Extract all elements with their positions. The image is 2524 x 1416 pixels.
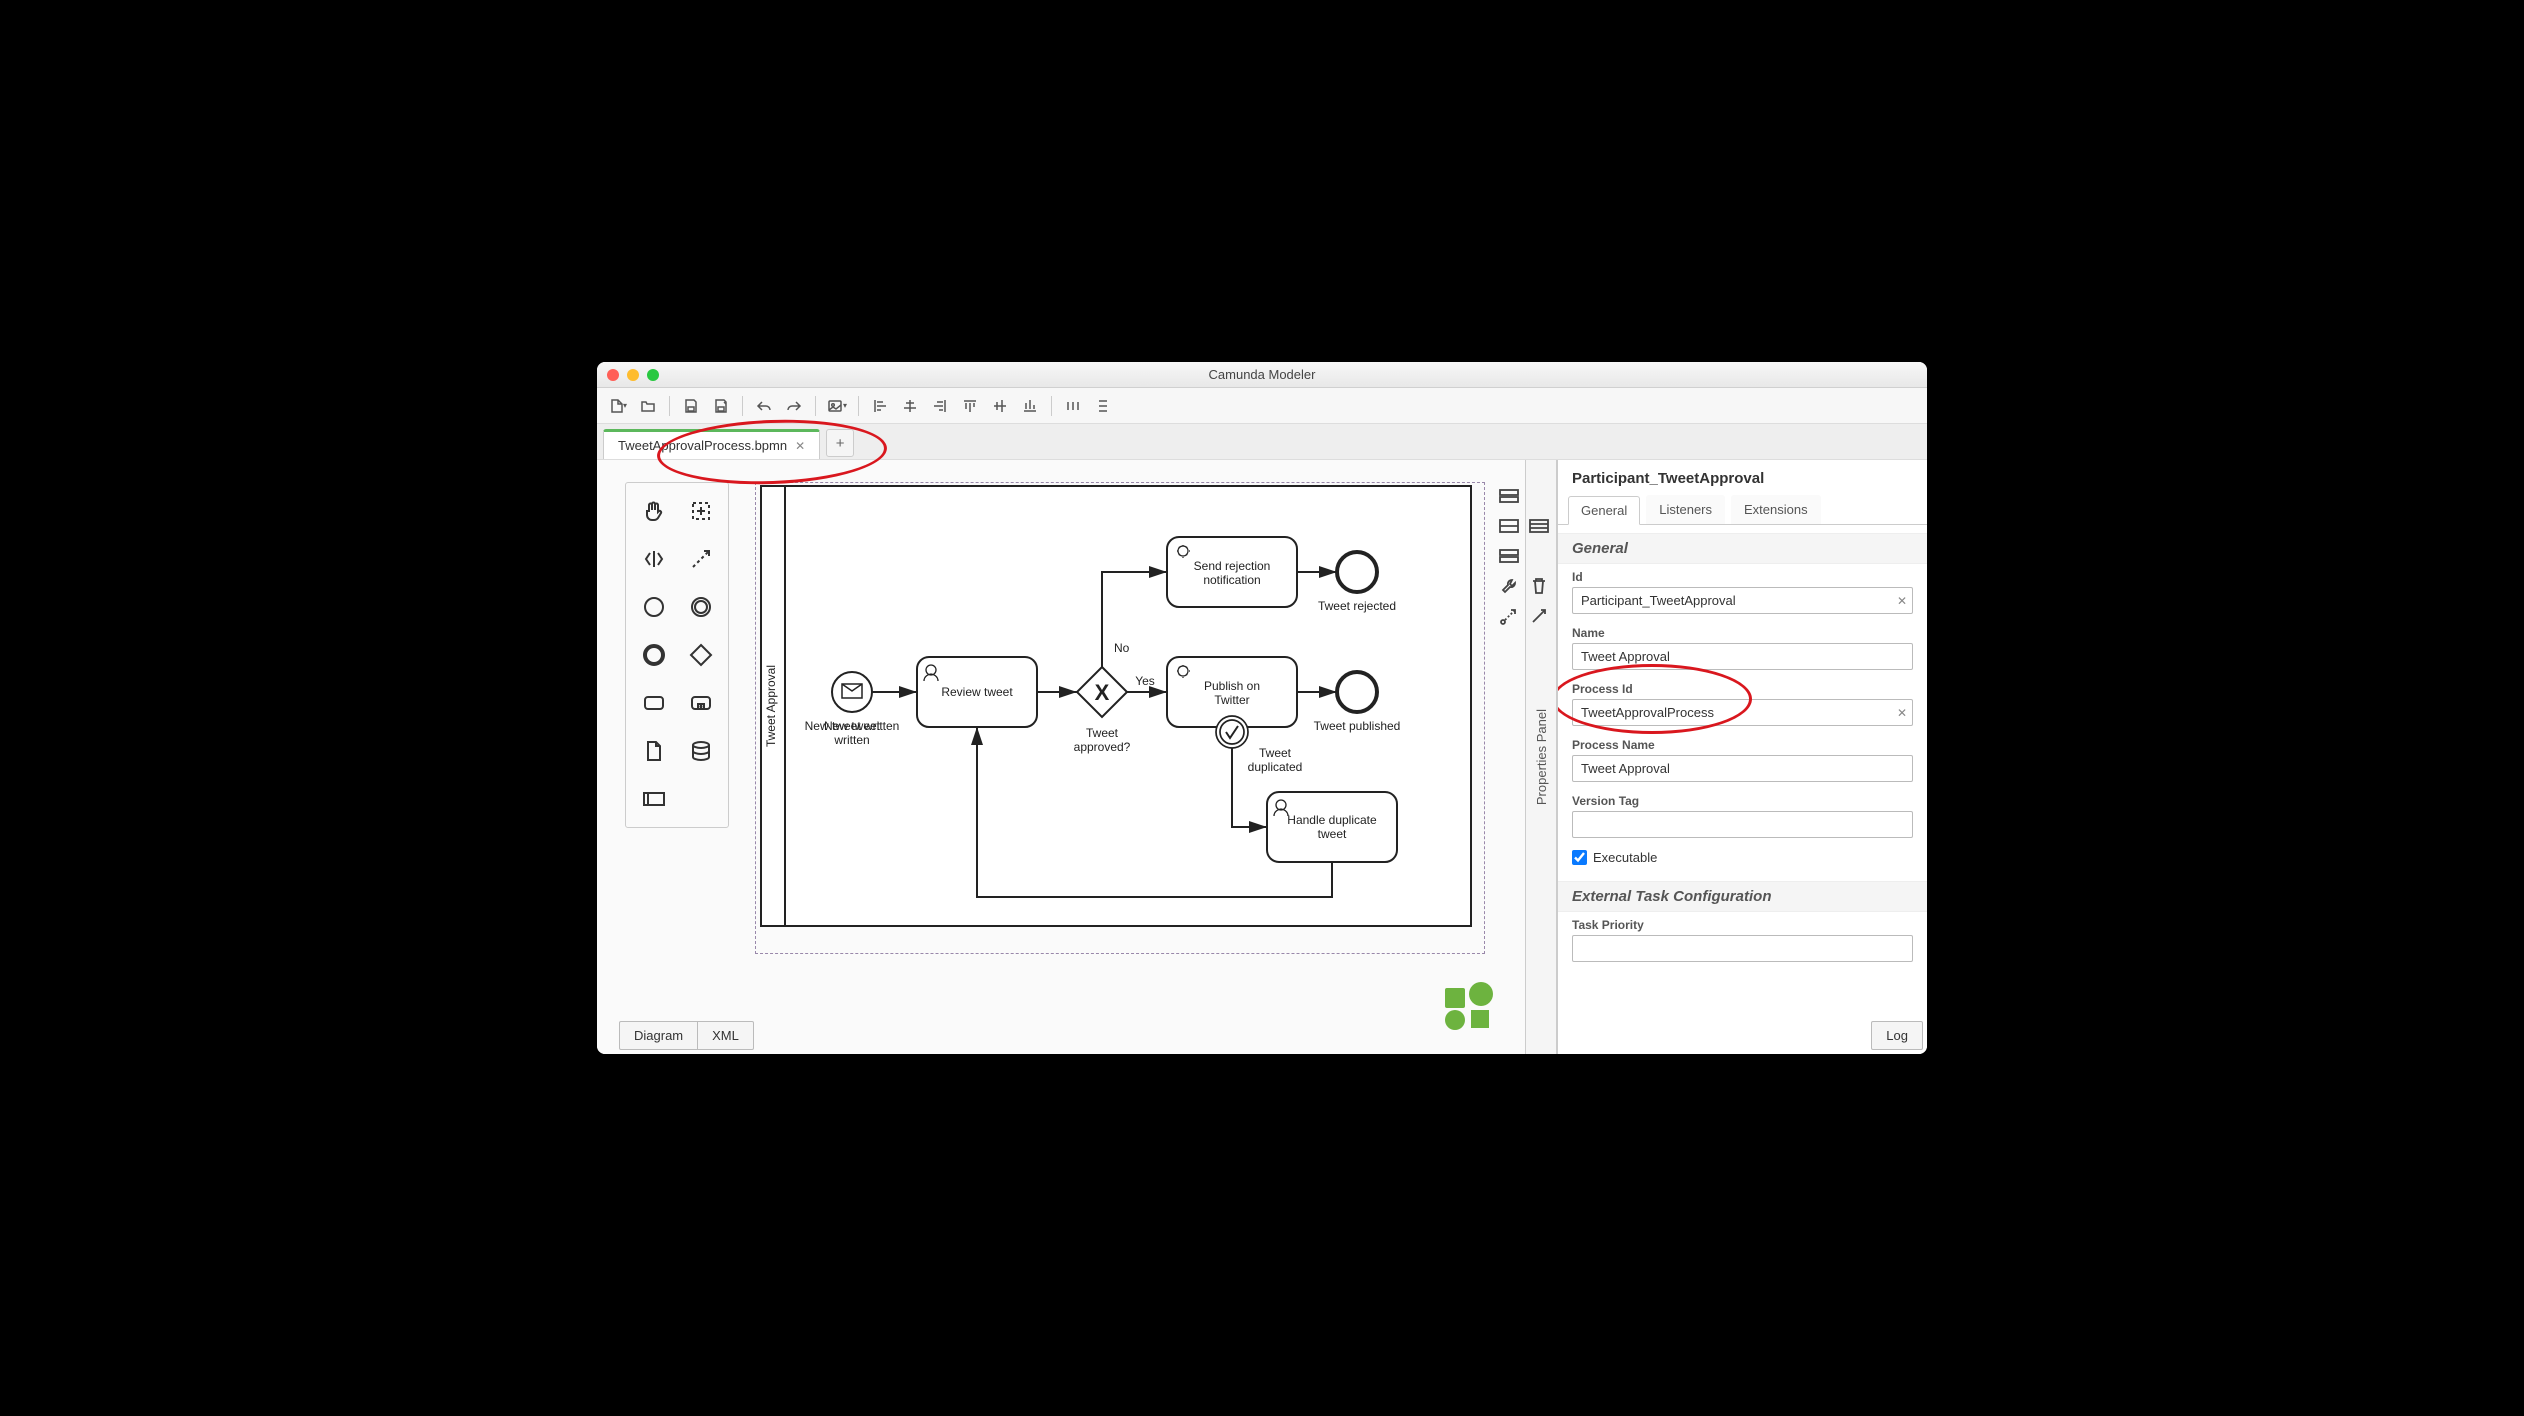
task-tool[interactable] (630, 679, 677, 727)
process-name-input[interactable] (1572, 755, 1913, 782)
undo-button[interactable] (751, 393, 777, 419)
ctx-lane-above-icon[interactable] (1495, 482, 1523, 510)
file-tab-label: TweetApprovalProcess.bpmn (618, 438, 787, 453)
properties-tab-listeners[interactable]: Listeners (1646, 495, 1725, 524)
subprocess-tool[interactable] (677, 679, 724, 727)
align-top-button[interactable] (957, 393, 983, 419)
task-priority-input[interactable] (1572, 935, 1913, 962)
id-label: Id (1572, 570, 1913, 584)
svg-text:Tweet published: Tweet published (1314, 719, 1401, 733)
clear-id-icon[interactable]: ✕ (1897, 594, 1907, 608)
camunda-logo-icon (1439, 978, 1495, 1034)
diagram-mode-tab[interactable]: Diagram (619, 1021, 698, 1050)
properties-heading: Participant_TweetApproval (1558, 460, 1927, 495)
start-event-tool[interactable] (630, 583, 677, 631)
properties-tab-extensions[interactable]: Extensions (1731, 495, 1821, 524)
ctx-connect-arrow-icon[interactable] (1525, 602, 1553, 630)
gateway-tool[interactable] (677, 631, 724, 679)
context-pad (1495, 482, 1553, 630)
distribute-v-button[interactable] (1090, 393, 1116, 419)
properties-tabs: General Listeners Extensions (1558, 495, 1927, 525)
svg-text:Yes: Yes (1135, 674, 1155, 688)
task-priority-label: Task Priority (1572, 918, 1913, 932)
hand-tool[interactable] (630, 487, 677, 535)
image-export-button[interactable]: ▾ (824, 393, 850, 419)
xml-mode-tab[interactable]: XML (698, 1021, 754, 1050)
align-center-h-button[interactable] (897, 393, 923, 419)
executable-checkbox[interactable] (1572, 850, 1587, 865)
svg-text:Review tweet: Review tweet (941, 685, 1013, 699)
space-tool[interactable] (630, 535, 677, 583)
clear-process-id-icon[interactable]: ✕ (1897, 706, 1907, 720)
file-tab[interactable]: TweetApprovalProcess.bpmn ✕ (603, 429, 820, 459)
ctx-lane-divide-two-icon[interactable] (1495, 512, 1523, 540)
main-area: Tweet Approval New tweet written New twe… (597, 460, 1927, 1054)
ctx-lane-divide-three-icon[interactable] (1525, 512, 1553, 540)
section-general: General (1558, 533, 1927, 564)
properties-panel-toggle-label: Properties Panel (1534, 709, 1549, 805)
svg-text:Tweet rejected: Tweet rejected (1318, 599, 1396, 613)
open-file-button[interactable] (635, 393, 661, 419)
new-file-button[interactable]: ▾ (605, 393, 631, 419)
tab-strip: TweetApprovalProcess.bpmn ✕ + (597, 424, 1927, 460)
add-tab-button[interactable]: + (826, 429, 854, 457)
distribute-h-button[interactable] (1060, 393, 1086, 419)
end-event-tool[interactable] (630, 631, 677, 679)
window-title: Camunda Modeler (597, 367, 1927, 382)
data-store-tool[interactable] (677, 727, 724, 775)
end-event-published[interactable] (1337, 672, 1377, 712)
element-palette (625, 482, 729, 828)
process-name-label: Process Name (1572, 738, 1913, 752)
lane-label: Tweet Approval (764, 665, 778, 747)
data-object-tool[interactable] (630, 727, 677, 775)
boundary-event-duplicated[interactable] (1216, 716, 1248, 748)
properties-tab-general[interactable]: General (1568, 496, 1640, 525)
toolbar: ▾ ▾ (597, 388, 1927, 424)
intermediate-event-tool[interactable] (677, 583, 724, 631)
ctx-lane-below-icon[interactable] (1495, 542, 1523, 570)
version-tag-label: Version Tag (1572, 794, 1913, 808)
log-button[interactable]: Log (1871, 1021, 1923, 1050)
process-id-label: Process Id (1572, 682, 1913, 696)
redo-button[interactable] (781, 393, 807, 419)
pool-tool[interactable] (630, 775, 677, 823)
ctx-wrench-icon[interactable] (1495, 572, 1523, 600)
canvas[interactable]: Tweet Approval New tweet written New twe… (597, 460, 1525, 1054)
editor-mode-tabs: Diagram XML (619, 1021, 754, 1050)
connect-tool[interactable] (677, 535, 724, 583)
version-tag-input[interactable] (1572, 811, 1913, 838)
align-left-button[interactable] (867, 393, 893, 419)
align-right-button[interactable] (927, 393, 953, 419)
titlebar: Camunda Modeler (597, 362, 1927, 388)
name-label: Name (1572, 626, 1913, 640)
lasso-tool[interactable] (677, 487, 724, 535)
close-tab-icon[interactable]: ✕ (795, 439, 805, 453)
properties-panel: Participant_TweetApproval General Listen… (1557, 460, 1927, 1054)
save-as-button[interactable] (708, 393, 734, 419)
end-event-rejected[interactable] (1337, 552, 1377, 592)
ctx-trash-icon[interactable] (1525, 572, 1553, 600)
section-external: External Task Configuration (1558, 881, 1927, 912)
id-input[interactable] (1572, 587, 1913, 614)
svg-text:X: X (1095, 680, 1110, 705)
svg-text:No: No (1114, 641, 1130, 655)
executable-label: Executable (1593, 850, 1657, 865)
align-center-v-button[interactable] (987, 393, 1013, 419)
save-button[interactable] (678, 393, 704, 419)
app-window: Camunda Modeler ▾ ▾ TweetApprovalProcess… (597, 362, 1927, 1054)
process-id-input[interactable] (1572, 699, 1913, 726)
bpmn-diagram[interactable]: Tweet Approval New tweet written New twe… (757, 482, 1477, 952)
align-bottom-button[interactable] (1017, 393, 1043, 419)
svg-text:Send rejectionnotification: Send rejectionnotification (1194, 559, 1271, 587)
start-event[interactable] (832, 672, 872, 712)
ctx-connect-icon[interactable] (1495, 602, 1523, 630)
name-input[interactable] (1572, 643, 1913, 670)
